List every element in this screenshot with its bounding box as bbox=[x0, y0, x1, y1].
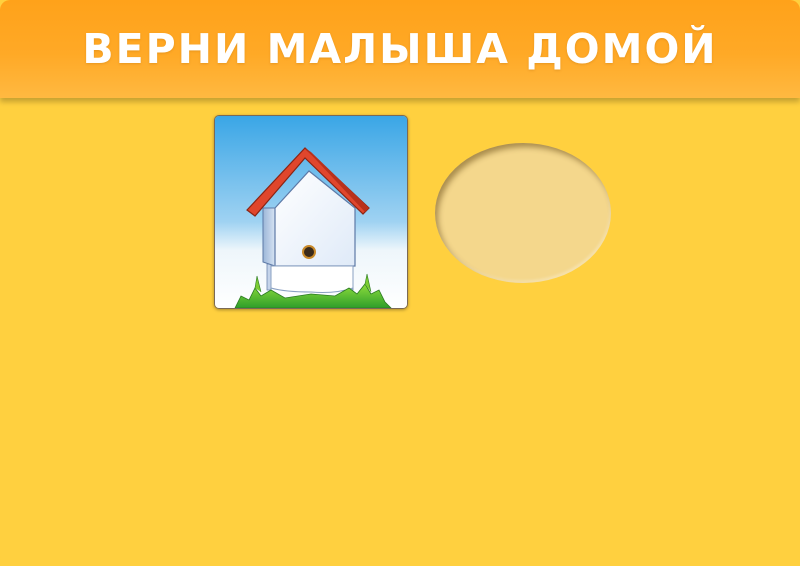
game-title: ВЕРНИ МАЛЫША ДОМОЙ bbox=[82, 25, 718, 73]
game-board: ВЕРНИ МАЛЫША ДОМОЙ bbox=[0, 0, 800, 566]
header-bar: ВЕРНИ МАЛЫША ДОМОЙ bbox=[0, 0, 800, 98]
house-card[interactable] bbox=[214, 115, 408, 309]
birdhouse-icon bbox=[215, 116, 407, 308]
drop-target-slot[interactable] bbox=[435, 143, 611, 283]
